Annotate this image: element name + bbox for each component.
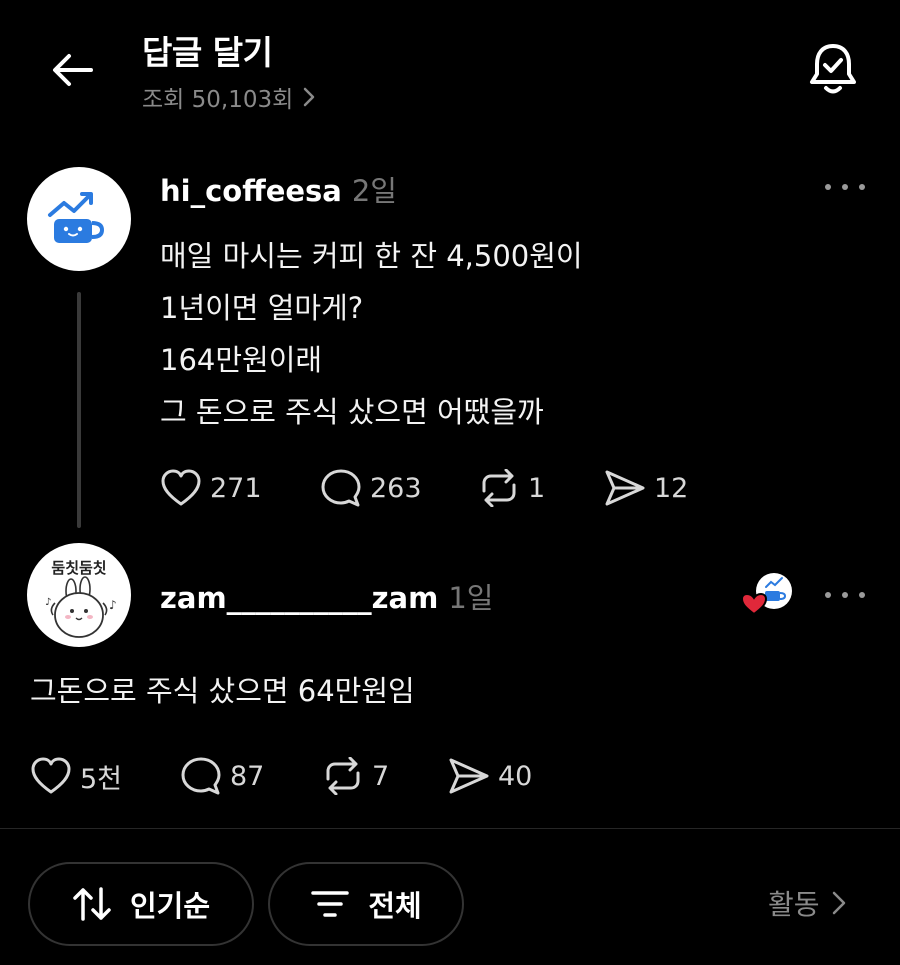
post-body: 매일 마시는 커피 한 잔 4,500원이 1년이면 얼마게? 164만원이래 … (160, 230, 583, 438)
like-count: 5천 (80, 763, 123, 795)
repost-button[interactable]: 7 (322, 757, 448, 795)
page-title: 답글 달기 (142, 33, 273, 72)
author-liked-badge (740, 572, 796, 616)
dot (842, 592, 848, 598)
chevron-right-icon (832, 891, 845, 915)
heart-icon (31, 757, 71, 794)
like-button[interactable]: 5천 (30, 757, 180, 796)
like-button[interactable]: 271 (160, 469, 320, 507)
repost-count: 7 (372, 760, 390, 792)
divider (0, 828, 900, 829)
post-time: 2일 (351, 174, 397, 208)
post-username[interactable]: hi_coffeesa (160, 174, 342, 208)
repost-count: 1 (528, 472, 546, 504)
repost-button[interactable]: 1 (478, 469, 604, 507)
dot (859, 592, 865, 598)
sort-label: 인기순 (129, 889, 211, 923)
svg-text:♪: ♪ (45, 597, 51, 608)
sort-button[interactable]: 인기순 (28, 862, 254, 946)
dot (825, 592, 831, 598)
repost-icon (482, 469, 516, 507)
post-line: 1년이면 얼마게? (160, 291, 364, 325)
share-count: 40 (498, 760, 533, 792)
send-icon (605, 470, 645, 506)
bell-check-icon (810, 44, 856, 94)
arrow-left-icon (53, 54, 93, 86)
avatar[interactable]: 둠칫둠칫 ♪ ♪ (27, 543, 131, 647)
filter-label: 전체 (368, 889, 422, 923)
avatar[interactable] (27, 167, 131, 271)
filter-lines-icon (311, 891, 350, 917)
dancing-rabbit-avatar-icon: 둠칫둠칫 ♪ ♪ (45, 559, 117, 638)
back-button[interactable] (44, 42, 100, 98)
post-actions: 271 263 1 12 (160, 468, 688, 508)
activity-link[interactable]: 활동 (768, 883, 846, 923)
author-liked-heart-icon (740, 573, 792, 616)
share-count: 12 (654, 472, 689, 504)
reply-time: 1일 (448, 581, 494, 615)
reply-author-row: zam__________zam 1일 (160, 575, 493, 617)
comment-count: 87 (230, 760, 265, 792)
comment-bubble-icon (181, 757, 221, 795)
thread-connector-line (77, 292, 81, 528)
avatar-caption: 둠칫둠칫 (51, 559, 106, 577)
reply-username[interactable]: zam__________zam (160, 581, 438, 615)
comment-button[interactable]: 87 (180, 756, 322, 796)
heart-icon (161, 469, 201, 506)
dot (859, 184, 865, 190)
post-more-button[interactable] (825, 172, 865, 202)
reply-body: 그돈으로 주식 샀으면 64만원임 (30, 674, 415, 708)
activity-label: 활동 (768, 888, 820, 921)
comment-button[interactable]: 263 (320, 468, 478, 508)
like-count: 271 (210, 472, 262, 504)
share-button[interactable]: 40 (448, 757, 532, 795)
reply-actions: 5천 87 7 40 (30, 756, 532, 796)
send-icon (449, 758, 489, 794)
sort-arrows-icon (73, 887, 111, 921)
comment-count: 263 (370, 472, 422, 504)
views-count: 조회 50,103회 (142, 87, 294, 113)
thread-page: 답글 달기 조회 50,103회 hi_coffeesa 2일 매일 마시는 커… (0, 0, 900, 965)
repost-icon (326, 757, 360, 795)
coffee-chart-logo-icon (48, 192, 105, 243)
notification-button[interactable] (804, 40, 862, 98)
svg-text:♪: ♪ (109, 598, 117, 612)
views-link[interactable]: 조회 50,103회 (142, 80, 315, 114)
post-line: 그 돈으로 주식 샀으면 어땠을까 (160, 395, 544, 429)
dot (825, 184, 831, 190)
post-author-row: hi_coffeesa 2일 (160, 168, 397, 210)
comment-bubble-icon (321, 469, 361, 507)
filter-button[interactable]: 전체 (268, 862, 464, 946)
dot (842, 184, 848, 190)
chevron-right-icon (304, 87, 315, 107)
reply-more-button[interactable] (825, 580, 865, 610)
post-line: 매일 마시는 커피 한 잔 4,500원이 (160, 239, 583, 273)
share-button[interactable]: 12 (604, 469, 688, 507)
post-line: 164만원이래 (160, 343, 323, 377)
